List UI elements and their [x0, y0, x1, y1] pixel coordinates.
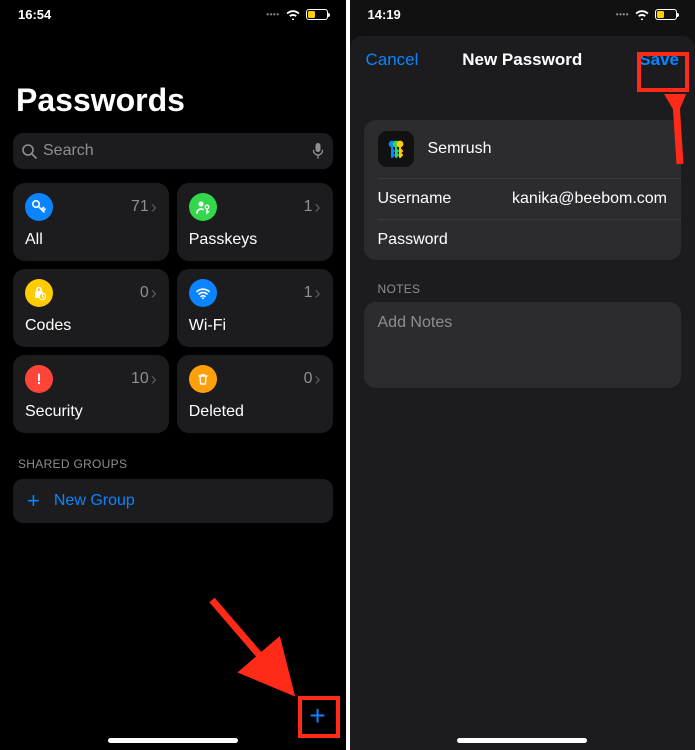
chevron-right-icon: ›: [151, 283, 157, 304]
password-label: Password: [378, 231, 448, 249]
tile-label: Wi-Fi: [189, 317, 321, 335]
username-value: kanika@beebom.com: [512, 190, 667, 208]
plus-icon: +: [27, 488, 40, 514]
password-form: Semrush Username kanika@beebom.com Passw…: [364, 120, 682, 260]
sheet: Cancel New Password Save Semrush Usernam…: [350, 36, 695, 750]
tile-count: 0: [304, 370, 313, 388]
status-time: 14:19: [368, 7, 401, 22]
status-time: 16:54: [18, 7, 51, 22]
tile-security[interactable]: 10› Security: [13, 355, 169, 433]
tile-label: Security: [25, 403, 157, 421]
username-label: Username: [378, 190, 452, 208]
highlight-box: [298, 696, 340, 738]
chevron-right-icon: ›: [315, 369, 321, 390]
notes-input[interactable]: Add Notes: [364, 302, 682, 388]
wifi-tile-icon: [189, 279, 217, 307]
notes-header: NOTES: [350, 260, 695, 302]
alert-icon: [25, 365, 53, 393]
tile-codes[interactable]: 0› Codes: [13, 269, 169, 347]
codes-icon: [25, 279, 53, 307]
chevron-right-icon: ›: [151, 369, 157, 390]
annotation-arrow: [204, 592, 304, 702]
tile-count: 1: [304, 198, 313, 216]
search-placeholder: Search: [43, 142, 94, 160]
wifi-icon: [285, 8, 301, 20]
status-indicators: ••••: [266, 8, 327, 20]
tile-count: 10: [131, 370, 149, 388]
annotation-arrow: [656, 94, 690, 172]
password-field[interactable]: Password: [364, 220, 682, 260]
wifi-icon: [634, 8, 650, 20]
home-indicator[interactable]: [457, 738, 587, 743]
new-group-button[interactable]: + New Group: [13, 479, 333, 523]
battery-icon: [306, 9, 328, 20]
search-input[interactable]: Search: [13, 133, 333, 169]
shared-groups-header: SHARED GROUPS: [0, 433, 346, 479]
chevron-right-icon: ›: [315, 197, 321, 218]
key-icon: [25, 193, 53, 221]
cellular-dots-icon: ••••: [266, 10, 279, 19]
tile-count: 0: [140, 284, 149, 302]
mic-icon[interactable]: [311, 142, 325, 160]
cellular-dots-icon: ••••: [616, 10, 629, 19]
search-icon: [21, 143, 37, 159]
trash-icon: [189, 365, 217, 393]
passkey-icon: [189, 193, 217, 221]
tile-all[interactable]: 71› All: [13, 183, 169, 261]
tile-label: Passkeys: [189, 231, 321, 249]
new-group-label: New Group: [54, 492, 135, 510]
passwords-app-icon: [378, 131, 414, 167]
category-grid: 71› All 1› Passkeys 0› Codes 1› Wi-Fi: [0, 183, 346, 433]
tile-wifi[interactable]: 1› Wi-Fi: [177, 269, 333, 347]
cancel-button[interactable]: Cancel: [366, 50, 419, 70]
status-indicators: ••••: [616, 8, 677, 20]
battery-icon: [655, 9, 677, 20]
notes-placeholder: Add Notes: [378, 314, 453, 331]
status-bar: 16:54 ••••: [0, 0, 346, 22]
chevron-right-icon: ›: [315, 283, 321, 304]
tile-passkeys[interactable]: 1› Passkeys: [177, 183, 333, 261]
chevron-right-icon: ›: [151, 197, 157, 218]
highlight-box: [637, 52, 689, 92]
tile-deleted[interactable]: 0› Deleted: [177, 355, 333, 433]
site-row[interactable]: Semrush: [364, 120, 682, 178]
username-field[interactable]: Username kanika@beebom.com: [364, 179, 682, 219]
page-title: Passwords: [0, 22, 346, 127]
tile-label: Deleted: [189, 403, 321, 421]
screen-passwords-list: 16:54 •••• Passwords Search 71› All 1› P…: [0, 0, 346, 750]
tile-count: 71: [131, 198, 149, 216]
home-indicator[interactable]: [108, 738, 238, 743]
site-name: Semrush: [428, 140, 492, 158]
tile-label: Codes: [25, 317, 157, 335]
tile-label: All: [25, 231, 157, 249]
tile-count: 1: [304, 284, 313, 302]
status-bar: 14:19 ••••: [350, 0, 695, 22]
screen-new-password: 14:19 •••• Cancel New Password Save Semr…: [350, 0, 695, 750]
